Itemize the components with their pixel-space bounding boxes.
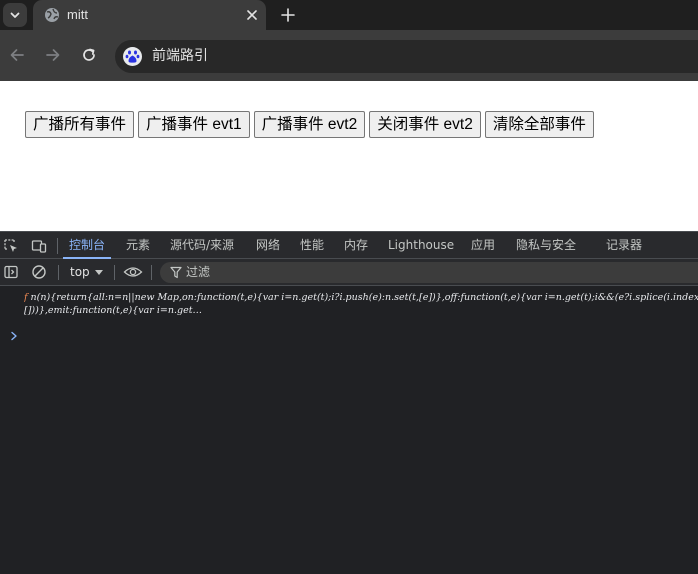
caret-down-icon[interactable]: [95, 270, 103, 275]
filter-placeholder: 过滤: [186, 265, 211, 279]
tab-application[interactable]: 应用: [471, 232, 495, 259]
filter-icon: [170, 266, 182, 279]
tab-strip: mitt: [0, 0, 698, 30]
chevron-down-icon: [10, 12, 20, 18]
browser-tab[interactable]: mitt: [33, 0, 266, 30]
tab-lighthouse[interactable]: Lighthouse: [388, 232, 454, 259]
off-evt2-button[interactable]: 关闭事件 evt2: [369, 111, 481, 138]
tab-search-button[interactable]: [3, 3, 27, 27]
close-icon[interactable]: [244, 7, 260, 23]
globe-icon: [45, 8, 59, 22]
inspect-element-icon[interactable]: [3, 238, 19, 254]
console-log-line[interactable]: []))},emit:function(t,e){var i=n.get…: [24, 304, 698, 317]
tab-privacy-security[interactable]: 隐私与安全: [516, 232, 576, 259]
toolbar-divider: [57, 238, 58, 254]
baidu-paw-icon[interactable]: [123, 47, 142, 66]
tab-sources[interactable]: 源代码/来源: [170, 232, 234, 259]
address-text[interactable]: 前端路引: [152, 48, 208, 65]
page-viewport: 广播所有事件 广播事件 evt1 广播事件 evt2 关闭事件 evt2 清除全…: [0, 81, 698, 231]
tab-performance[interactable]: 性能: [300, 232, 324, 259]
toolbar-divider: [114, 265, 115, 280]
address-bar[interactable]: 前端路引: [115, 40, 698, 73]
tab-recorder[interactable]: 记录器: [606, 232, 642, 259]
log-text: []))},emit:function(t,e){var i=n.get…: [24, 305, 203, 316]
filter-input[interactable]: 过滤: [160, 262, 698, 283]
tab-elements[interactable]: 元素: [126, 232, 150, 259]
emit-all-button[interactable]: 广播所有事件: [25, 111, 135, 138]
plus-icon[interactable]: [279, 6, 297, 24]
devtools-tab-bar: 控制台 元素 源代码/来源 网络 性能 内存 Lighthouse 应用 隐私与…: [0, 231, 698, 259]
clear-all-button[interactable]: 清除全部事件: [484, 111, 594, 138]
reload-icon[interactable]: [80, 46, 98, 64]
button-row: 广播所有事件 广播事件 evt1 广播事件 evt2 关闭事件 evt2 清除全…: [25, 111, 594, 138]
toolbar-divider: [58, 265, 59, 280]
log-text: n(n){return{all:n=n||new Map,on:function…: [30, 292, 698, 303]
sidebar-toggle-icon[interactable]: [3, 264, 19, 280]
context-select[interactable]: top: [70, 264, 90, 280]
tab-network[interactable]: 网络: [256, 232, 280, 259]
console-prompt-icon[interactable]: [10, 331, 18, 341]
console-output: f n(n){return{all:n=n||new Map,on:functi…: [0, 287, 698, 574]
arrow-right-icon[interactable]: [44, 46, 62, 64]
eye-icon[interactable]: [123, 264, 143, 280]
toolbar-divider: [151, 265, 152, 280]
console-toolbar: top 过滤: [0, 259, 698, 286]
tab-memory[interactable]: 内存: [344, 232, 368, 259]
console-log-line[interactable]: f n(n){return{all:n=n||new Map,on:functi…: [24, 291, 698, 304]
tab-title: mitt: [67, 7, 88, 22]
emit-evt1-button[interactable]: 广播事件 evt1: [138, 111, 250, 138]
tab-console[interactable]: 控制台: [63, 232, 112, 259]
emit-evt2-button[interactable]: 广播事件 evt2: [253, 111, 366, 138]
arrow-left-icon[interactable]: [8, 46, 26, 64]
clear-console-icon[interactable]: [31, 264, 47, 280]
device-toolbar-icon[interactable]: [31, 238, 47, 254]
browser-toolbar: 前端路引: [0, 30, 698, 81]
